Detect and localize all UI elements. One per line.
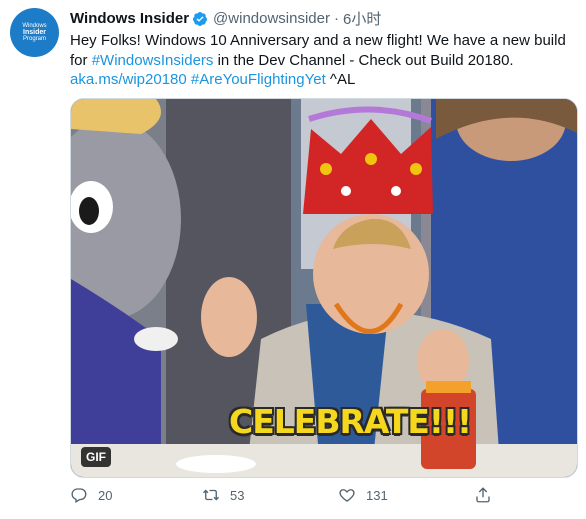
tweet-text: Hey Folks! Windows 10 Anniversary and a … xyxy=(70,31,575,90)
retweet-icon xyxy=(203,489,219,501)
heart-icon xyxy=(339,489,355,502)
like-button[interactable]: 131 xyxy=(338,486,388,504)
reply-count: 20 xyxy=(98,487,113,503)
hashtag-windowsinsiders[interactable]: #WindowsInsiders xyxy=(92,52,214,69)
avatar[interactable]: Windows Insider Program xyxy=(10,8,59,57)
tweet-link[interactable]: aka.ms/wip20180 xyxy=(70,71,187,88)
account-handle[interactable]: @windowsinsider xyxy=(213,10,330,27)
header-separator: · xyxy=(334,10,339,27)
like-count: 131 xyxy=(366,487,388,503)
gif-media[interactable]: CELEBRATE!!! GIF xyxy=(70,98,578,478)
tweet-actions: 20 53 131 xyxy=(70,486,575,510)
avatar-text-line3: Program xyxy=(22,36,46,43)
avatar-text-line2: Insider xyxy=(23,28,46,36)
reply-button[interactable]: 20 xyxy=(70,486,112,504)
tweet-text-part: ^AL xyxy=(325,71,356,88)
gif-caption: CELEBRATE!!! xyxy=(229,402,472,441)
verified-badge-icon xyxy=(193,11,208,26)
tweet-text-part: in the Dev Channel - Check out Build 201… xyxy=(213,51,514,69)
reply-icon xyxy=(71,488,87,503)
retweet-button[interactable]: 53 xyxy=(202,486,244,504)
tweet-header: Windows Insider @windowsinsider · 6小时 xyxy=(70,8,381,29)
share-icon xyxy=(476,487,490,503)
tweet-timestamp[interactable]: 6小时 xyxy=(343,8,381,29)
display-name[interactable]: Windows Insider xyxy=(70,10,189,27)
retweet-count: 53 xyxy=(230,487,245,503)
hashtag-areyouflightingyet[interactable]: #AreYouFlightingYet xyxy=(191,71,326,88)
gif-badge: GIF xyxy=(81,447,111,467)
share-button[interactable] xyxy=(474,486,502,504)
